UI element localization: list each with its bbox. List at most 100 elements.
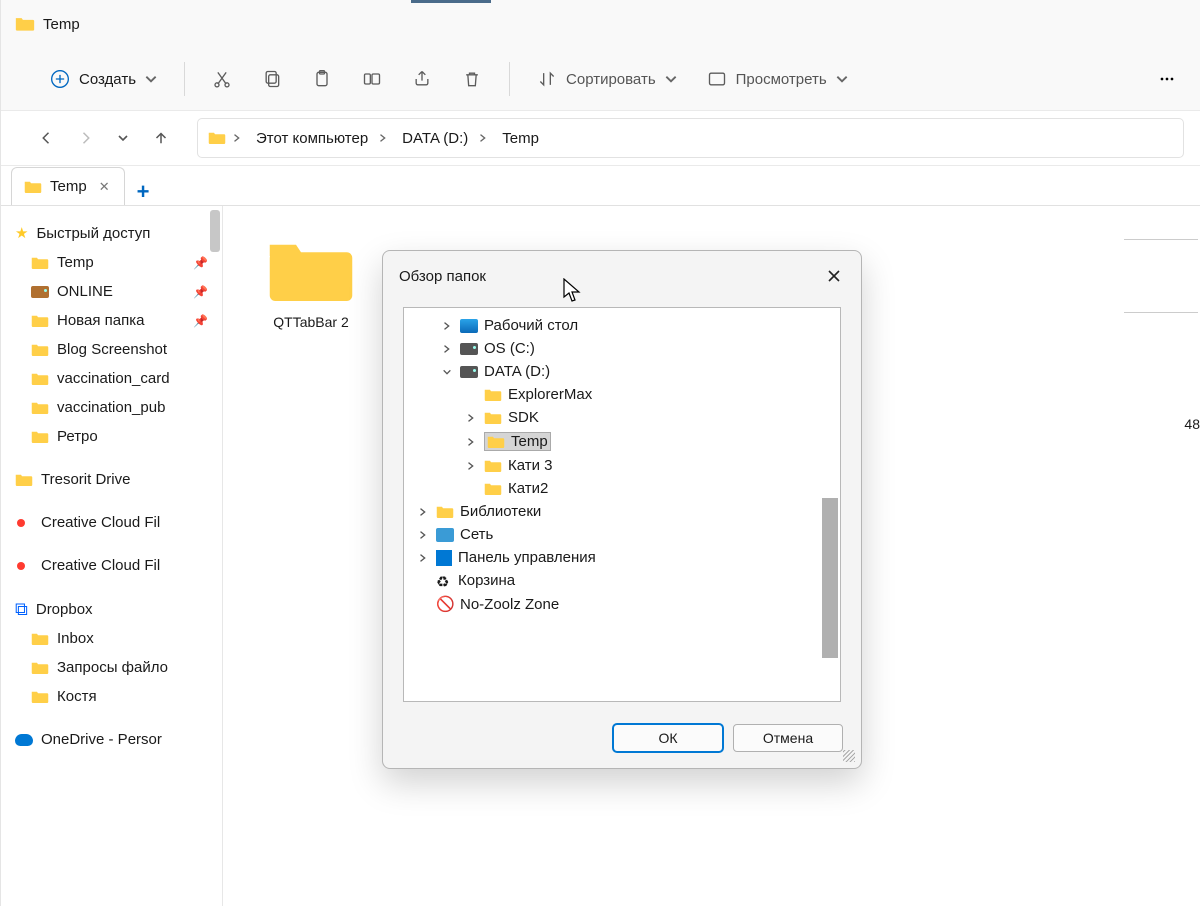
rename-icon: [361, 68, 383, 90]
tree-item[interactable]: Кати 3: [404, 454, 840, 477]
tree-label: No-Zoolz Zone: [460, 596, 559, 613]
dropbox-icon: ⧉: [15, 600, 28, 618]
sidebar-item[interactable]: Ретро: [1, 422, 222, 451]
tab-close-button[interactable]: ✕: [95, 177, 114, 197]
sidebar-tresorit[interactable]: Tresorit Drive: [1, 465, 222, 494]
tree-item-drive-d[interactable]: DATA (D:): [404, 360, 840, 383]
breadcrumb-item[interactable]: DATA (D:): [398, 128, 472, 149]
paste-button[interactable]: [299, 60, 345, 98]
tree-item-recycle[interactable]: ♻Корзина: [404, 569, 840, 592]
history-button[interactable]: [113, 128, 133, 148]
expand-icon[interactable]: [416, 528, 430, 542]
sidebar-item[interactable]: Temp📌: [1, 248, 222, 277]
new-tab-button[interactable]: +: [125, 179, 162, 205]
tree-label: SDK: [508, 409, 539, 426]
plus-circle-icon: [49, 68, 71, 90]
breadcrumb-item[interactable]: Этот компьютер: [252, 128, 372, 149]
folder-icon: [31, 256, 49, 270]
tree-item-temp[interactable]: Temp: [404, 429, 840, 454]
sidebar-item[interactable]: ONLINE📌: [1, 277, 222, 306]
sidebar-item[interactable]: vaccination_pub: [1, 393, 222, 422]
tree-label: Корзина: [458, 572, 515, 589]
expand-icon[interactable]: [464, 435, 478, 449]
chevron-down-icon: [664, 72, 678, 86]
tree-item[interactable]: SDK: [404, 406, 840, 429]
tree-item[interactable]: ExplorerMax: [404, 383, 840, 406]
back-button[interactable]: [37, 128, 57, 148]
tree-label: Temp: [511, 433, 548, 450]
resize-grip[interactable]: [843, 750, 855, 762]
tree-label: Кати 3: [508, 457, 553, 474]
up-button[interactable]: [151, 128, 171, 148]
sidebar-item[interactable]: Blog Screenshot: [1, 335, 222, 364]
sort-button[interactable]: Сортировать: [524, 60, 690, 98]
chevron-right-icon: [378, 131, 392, 145]
view-button[interactable]: Просмотреть: [694, 60, 861, 98]
dialog-close-button[interactable]: [823, 265, 845, 287]
expand-icon[interactable]: [416, 551, 430, 565]
folder-icon: [487, 435, 505, 449]
breadcrumb-item[interactable]: Temp: [498, 128, 543, 149]
cut-button[interactable]: [199, 60, 245, 98]
rename-button[interactable]: [349, 60, 395, 98]
sidebar-item-label: Inbox: [57, 630, 94, 647]
tree-item[interactable]: 🚫No-Zoolz Zone: [404, 592, 840, 616]
drive-icon: [31, 286, 49, 298]
sort-label: Сортировать: [566, 71, 656, 88]
sidebar-item-label: Новая папка: [57, 312, 144, 329]
delete-button[interactable]: [449, 60, 495, 98]
sidebar-quick-access[interactable]: ★ Быстрый доступ: [1, 218, 222, 248]
expand-icon[interactable]: [464, 411, 478, 425]
sidebar-item[interactable]: Новая папка📌: [1, 306, 222, 335]
tree-item[interactable]: Кати2: [404, 477, 840, 500]
pin-icon: 📌: [193, 285, 214, 299]
create-button[interactable]: Создать: [37, 60, 170, 98]
pin-icon: 📌: [193, 256, 214, 270]
sidebar-creative-cloud[interactable]: Creative Cloud Fil: [1, 508, 222, 537]
ok-button[interactable]: ОК: [613, 724, 723, 752]
file-item[interactable]: QTTabBar 2: [251, 236, 371, 330]
tab[interactable]: Temp ✕: [11, 167, 125, 205]
expand-icon[interactable]: [440, 342, 454, 356]
expand-icon[interactable]: [440, 319, 454, 333]
sort-icon: [536, 68, 558, 90]
sidebar-item[interactable]: Запросы файло: [1, 653, 222, 682]
tree-item-control-panel[interactable]: Панель управления: [404, 546, 840, 569]
sidebar-item-label: OneDrive - Persor: [41, 731, 162, 748]
folder-icon: [484, 482, 502, 496]
folder-icon: [15, 16, 35, 32]
more-button[interactable]: [1144, 60, 1190, 98]
folder-icon: [31, 401, 49, 415]
expand-icon[interactable]: [416, 505, 430, 519]
tree-item-network[interactable]: Сеть: [404, 523, 840, 546]
forward-button[interactable]: [75, 128, 95, 148]
tree-item-libraries[interactable]: Библиотеки: [404, 500, 840, 523]
sidebar-creative-cloud[interactable]: Creative Cloud Fil: [1, 551, 222, 580]
tree-label: Панель управления: [458, 549, 596, 566]
chevron-down-icon: [835, 72, 849, 86]
tree-item-drive-c[interactable]: OS (C:): [404, 337, 840, 360]
file-item[interactable]: [1124, 236, 1198, 313]
tree-item-desktop[interactable]: Рабочий стол: [404, 314, 840, 337]
chevron-right-icon: [232, 131, 246, 145]
expand-icon[interactable]: [464, 459, 478, 473]
sidebar-item[interactable]: Костя: [1, 682, 222, 711]
ellipsis-icon: [1156, 68, 1178, 90]
folder-tree[interactable]: Рабочий стол OS (C:) DATA (D:) ExplorerM…: [403, 307, 841, 702]
sidebar-scrollbar[interactable]: [210, 210, 220, 252]
sidebar-item[interactable]: vaccination_card: [1, 364, 222, 393]
share-button[interactable]: [399, 60, 445, 98]
desktop-icon: [460, 319, 478, 333]
cancel-button[interactable]: Отмена: [733, 724, 843, 752]
chevron-down-icon: [144, 72, 158, 86]
folder-icon: [484, 411, 502, 425]
collapse-icon[interactable]: [440, 365, 454, 379]
tree-scrollbar[interactable]: [822, 498, 838, 658]
address-bar[interactable]: Этот компьютер DATA (D:) Temp: [197, 118, 1184, 158]
sidebar-dropbox[interactable]: ⧉Dropbox: [1, 594, 222, 624]
file-label: 48: [1184, 416, 1200, 432]
sidebar-item[interactable]: Inbox: [1, 624, 222, 653]
copy-button[interactable]: [249, 60, 295, 98]
sidebar-onedrive[interactable]: OneDrive - Persor: [1, 725, 222, 754]
sidebar-item-label: Ретро: [57, 428, 98, 445]
